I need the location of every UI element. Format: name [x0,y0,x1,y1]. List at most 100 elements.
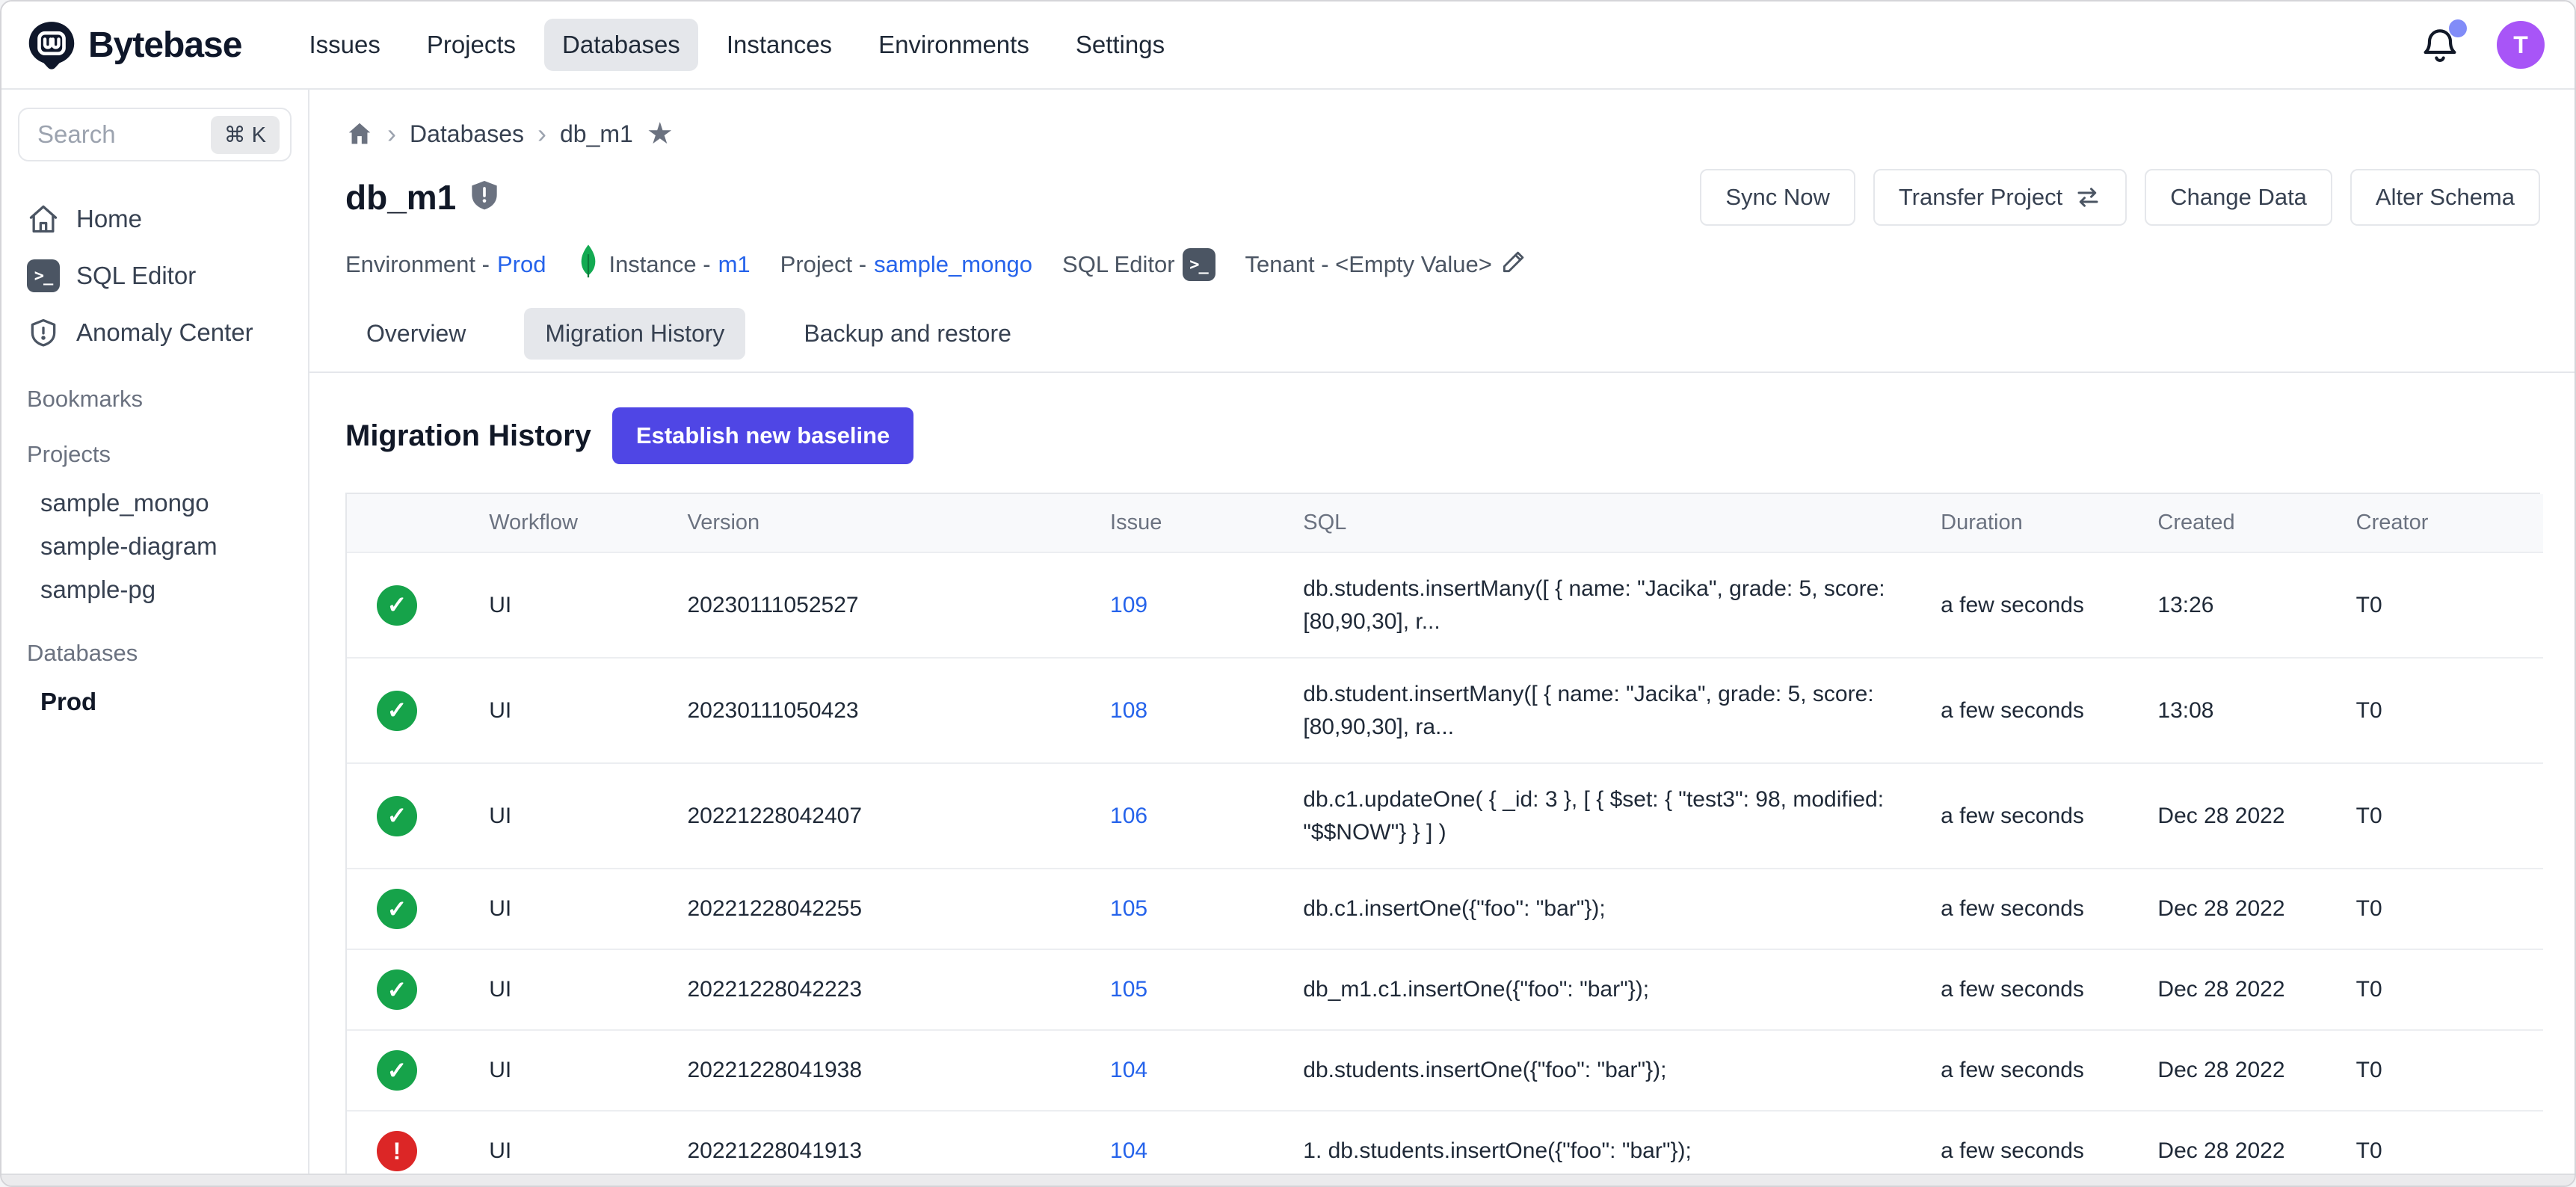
home-breadcrumb-icon[interactable] [345,120,374,148]
sidebar-project-sample-pg[interactable]: sample-pg [1,568,308,611]
nav-item-projects[interactable]: Projects [409,19,534,71]
breadcrumb: › Databases › db_m1 ★ [345,117,2540,151]
table-row[interactable]: ✓ UI 20221228042255 105 db.c1.insertOne(… [347,868,2543,949]
sidebar: Search ⌘ K Home >_ SQL Editor [1,90,309,1174]
nav-item-settings[interactable]: Settings [1058,19,1183,71]
issue-link[interactable]: 105 [1110,977,1147,1002]
bytebase-logo-icon [27,20,76,70]
table-row[interactable]: ✓ UI 20230111052527 109 db.students.inse… [347,552,2543,657]
tab-overview[interactable]: Overview [345,308,487,360]
home-icon [27,203,60,235]
nav-item-instances[interactable]: Instances [709,19,850,71]
breadcrumb-databases[interactable]: Databases [410,120,524,148]
nav-item-databases[interactable]: Databases [544,19,698,71]
duration-cell: a few seconds [1941,1110,2157,1174]
shield-alert-icon [27,316,60,349]
sidebar-nav: Home >_ SQL Editor Anomaly Center [1,194,308,357]
creator-cell: T0 [2356,949,2543,1029]
workflow-cell: UI [489,1110,687,1174]
tab-backup-and-restore[interactable]: Backup and restore [783,308,1032,360]
change-data-button[interactable]: Change Data [2145,169,2332,226]
version-cell: 20230111050423 [687,657,1110,762]
error-exclamation-icon: ! [377,1131,417,1171]
sql-cell: 1. db.students.insertOne({"foo": "bar"})… [1303,1110,1941,1174]
transfer-project-button[interactable]: Transfer Project [1873,169,2127,226]
environment-meta: Environment - Prod [345,251,546,278]
table-row[interactable]: ✓ UI 20221228042223 105 db_m1.c1.insertO… [347,949,2543,1029]
sidebar-section-projects: Projects [1,441,308,468]
bytebase-logo[interactable]: Bytebase [27,20,241,70]
alter-schema-button[interactable]: Alter Schema [2350,169,2540,226]
favorite-star-icon[interactable]: ★ [647,117,674,151]
sidebar-item-home[interactable]: Home [1,194,308,244]
sql-cell: db.students.insertMany([ { name: "Jacika… [1303,552,1941,657]
top-navbar: Bytebase Issues Projects Databases Insta… [1,1,2575,90]
sidebar-project-sample-mongo[interactable]: sample_mongo [1,481,308,525]
sql-editor-terminal-icon[interactable]: >_ [1183,248,1215,281]
issue-link[interactable]: 104 [1110,1138,1147,1163]
creator-cell: T0 [2356,1110,2543,1174]
sidebar-project-sample-diagram[interactable]: sample-diagram [1,525,308,568]
duration-cell: a few seconds [1941,762,2157,868]
table-row[interactable]: ✓ UI 20230111050423 108 db.student.inser… [347,657,2543,762]
workflow-cell: UI [489,657,687,762]
table-row[interactable]: ✓ UI 20221228042407 106 db.c1.updateOne(… [347,762,2543,868]
detail-tabs: Overview Migration History Backup and re… [309,308,2575,373]
breadcrumb-db-m1[interactable]: db_m1 [560,120,633,148]
edit-pencil-icon[interactable] [1500,247,1528,282]
breadcrumb-separator: › [537,118,546,149]
search-input[interactable]: Search ⌘ K [18,108,292,161]
issue-link[interactable]: 104 [1110,1058,1147,1082]
header-status [347,494,489,552]
sidebar-item-label: SQL Editor [76,262,196,290]
shield-status-icon [469,179,499,216]
sidebar-item-label: Anomaly Center [76,318,253,347]
sql-editor-meta: SQL Editor >_ [1062,248,1215,281]
header-sql: SQL [1303,494,1941,552]
sql-cell: db.c1.updateOne( { _id: 3 }, [ { $set: {… [1303,762,1941,868]
table-row[interactable]: ! UI 20221228041913 104 1. db.students.i… [347,1110,2543,1174]
issue-link[interactable]: 109 [1110,593,1147,617]
sidebar-database-prod[interactable]: Prod [1,680,308,724]
issue-link[interactable]: 106 [1110,804,1147,828]
breadcrumb-separator: › [387,118,396,149]
issue-link[interactable]: 105 [1110,896,1147,921]
instance-link[interactable]: m1 [718,251,751,278]
sidebar-item-anomaly-center[interactable]: Anomaly Center [1,308,308,357]
duration-cell: a few seconds [1941,868,2157,949]
sidebar-section-bookmarks: Bookmarks [1,386,308,413]
project-meta: Project - sample_mongo [780,251,1032,278]
nav-item-issues[interactable]: Issues [291,19,398,71]
establish-new-baseline-button[interactable]: Establish new baseline [612,407,913,464]
issue-link[interactable]: 108 [1110,698,1147,723]
created-cell: Dec 28 2022 [2157,1110,2355,1174]
creator-cell: T0 [2356,1029,2543,1110]
version-cell: 20221228042407 [687,762,1110,868]
tenant-meta: Tenant - <Empty Value> [1245,247,1528,282]
table-row[interactable]: ✓ UI 20221228041938 104 db.students.inse… [347,1029,2543,1110]
created-cell: Dec 28 2022 [2157,762,2355,868]
project-link[interactable]: sample_mongo [874,251,1032,278]
nav-item-environments[interactable]: Environments [860,19,1047,71]
workflow-cell: UI [489,868,687,949]
version-cell: 20221228041938 [687,1029,1110,1110]
navbar-right: T [2419,21,2545,69]
header-issue: Issue [1110,494,1303,552]
sidebar-item-sql-editor[interactable]: >_ SQL Editor [1,251,308,300]
sidebar-item-label: Home [76,205,142,233]
user-avatar[interactable]: T [2497,21,2545,69]
workflow-cell: UI [489,1029,687,1110]
version-cell: 20221228041913 [687,1110,1110,1174]
success-check-icon: ✓ [377,585,417,626]
version-cell: 20230111052527 [687,552,1110,657]
success-check-icon: ✓ [377,889,417,929]
created-cell: Dec 28 2022 [2157,949,2355,1029]
sync-now-button[interactable]: Sync Now [1700,169,1855,226]
tab-migration-history[interactable]: Migration History [524,308,745,360]
sql-cell: db.student.insertMany([ { name: "Jacika"… [1303,657,1941,762]
sql-cell: db_m1.c1.insertOne({"foo": "bar"}); [1303,949,1941,1029]
header-workflow: Workflow [489,494,687,552]
notifications-bell-icon[interactable] [2419,24,2461,66]
duration-cell: a few seconds [1941,657,2157,762]
environment-link[interactable]: Prod [497,251,546,278]
